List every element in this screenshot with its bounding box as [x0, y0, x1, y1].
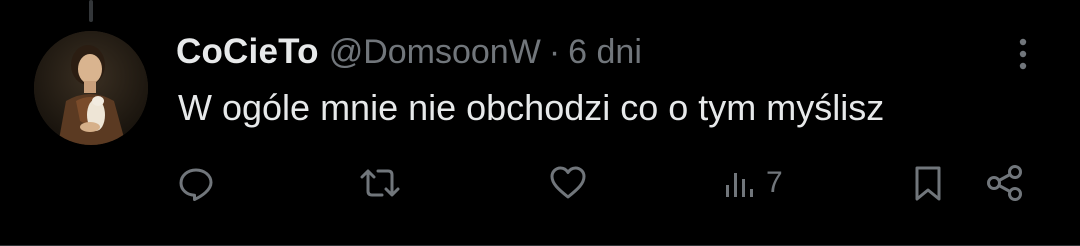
timestamp[interactable]: 6 dni	[568, 33, 642, 72]
reply-icon	[179, 168, 213, 201]
user-handle[interactable]: @DomsoonW	[329, 33, 541, 72]
retweet-icon	[360, 169, 400, 197]
thread-connector-line	[89, 0, 93, 22]
like-button[interactable]	[548, 160, 588, 206]
views-count: 7	[766, 166, 783, 199]
avatar-portrait-icon	[34, 31, 148, 145]
share-button[interactable]	[984, 160, 1026, 206]
reply-button[interactable]	[176, 160, 216, 206]
tweet-header: CoCieTo @DomsoonW · 6 dni	[176, 26, 642, 78]
separator-dot: ·	[548, 32, 561, 71]
display-name[interactable]: CoCieTo	[176, 32, 319, 72]
tweet-text: W ogóle mnie nie obchodzi co o tym myśli…	[178, 87, 885, 128]
share-icon	[987, 165, 1022, 201]
heart-icon	[550, 166, 586, 199]
action-bar: 7	[0, 160, 1080, 206]
retweet-button[interactable]	[356, 160, 404, 206]
views-icon	[726, 173, 753, 197]
bookmark-button[interactable]	[908, 160, 948, 206]
more-options-button[interactable]	[1008, 34, 1038, 74]
bookmark-icon	[915, 166, 941, 201]
tweet[interactable]: CoCieTo @DomsoonW · 6 dni W ogóle mnie n…	[0, 0, 1080, 246]
views-button[interactable]: 7	[722, 160, 783, 206]
more-vertical-icon	[1019, 38, 1027, 70]
avatar[interactable]	[34, 31, 148, 145]
